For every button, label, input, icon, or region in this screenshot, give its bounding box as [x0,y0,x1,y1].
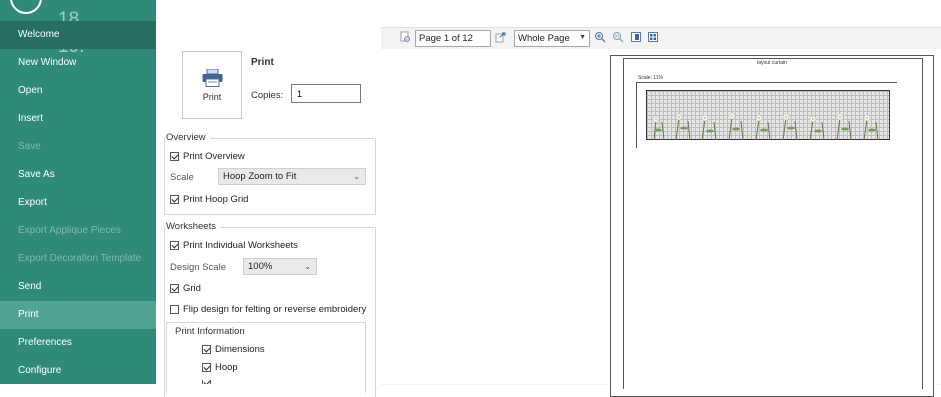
printer-icon [202,69,223,87]
print-overview-checkbox[interactable]: Print Overview [170,151,245,162]
print-hoop-grid-checkbox[interactable]: Print Hoop Grid [170,194,248,205]
flip-design-checkbox[interactable]: Flip design for felting or reverse embro… [170,304,366,315]
sidebar-item-print[interactable]: Print [0,301,156,329]
dimensions-label: Dimensions [215,344,265,355]
scale-select[interactable]: Hoop Zoom to Fit ⌄ [218,168,366,185]
hoop-checkbox[interactable]: Hoop [202,362,238,373]
print-button[interactable]: Print [182,51,242,119]
zoom-out-icon[interactable] [612,31,624,43]
sidebar-item-insert[interactable]: Insert [0,105,156,133]
print-button-label: Print [202,92,222,102]
sidebar-item-configure[interactable]: Configure [0,357,156,384]
scale-label: Scale [170,172,194,183]
checkmark-icon [202,363,211,372]
dimensions-checkbox[interactable]: Dimensions [202,344,265,355]
sidebar-item-export[interactable]: Export [0,189,156,217]
one-page-icon[interactable] [630,31,642,43]
multi-page-icon[interactable] [647,31,659,43]
sidebar-item-export-applique-pieces: Export Applique Pieces [18,225,121,236]
zoom-select-value: Whole Page [518,33,570,44]
page-scale-text: Scale: 11% [638,75,663,81]
checkmark-icon [170,152,179,161]
chevron-down-icon: ⌄ [304,262,311,271]
print-hoop-grid-label: Print Hoop Grid [183,194,249,205]
sidebar-item-save-as[interactable]: Save As [0,161,156,189]
worksheets-title: Worksheets [166,221,220,232]
print-overview-label: Print Overview [183,151,245,162]
export-icon[interactable] [495,31,507,43]
print-individual-worksheets-checkbox[interactable]: Print Individual Worksheets [170,240,298,251]
flip-design-label: Flip design for felting or reverse embro… [183,304,367,315]
chevron-down-icon: ⌄ [353,172,360,181]
scale-select-value: Hoop Zoom to Fit [223,171,297,182]
checkmark-icon [202,345,211,354]
print-individual-worksheets-label: Print Individual Worksheets [183,240,298,251]
design-scale-value: 100% [248,261,273,272]
sidebar-item-send[interactable]: Send [0,273,156,301]
hoop-label: Hoop [215,362,238,373]
sidebar-item-new-window[interactable]: New Window [0,49,156,77]
sidebar-item-preferences[interactable]: Preferences [0,329,156,357]
design-scale-label: Design Scale [170,262,226,273]
sidebar-item-open[interactable]: Open [0,77,156,105]
back-icon[interactable] [10,0,42,14]
sidebar-nav: Welcome New Window Open Insert Save Save… [0,21,156,384]
sidebar-item-save: Save [18,141,41,152]
grid-checkbox[interactable]: Grid [170,283,201,294]
print-heading: Print [251,57,274,68]
partial-checkbox[interactable] [202,380,215,384]
zoom-in-icon[interactable] [594,31,606,43]
checkmark-icon [170,241,179,250]
page-header-text: layout curtain [757,60,787,66]
print-information-title: Print Information [175,326,245,337]
sidebar-item-export-decoration-template: Export Decoration Template [18,253,142,264]
first-page-icon[interactable] [399,31,411,43]
dropdown-arrow-icon: ▼ [579,34,586,41]
design-scale-select[interactable]: 100% ⌄ [243,258,317,275]
copies-label: Copies: [251,90,284,101]
sidebar-item-welcome[interactable]: Welcome [0,21,156,49]
checkmark-icon [170,195,179,204]
copies-input[interactable] [291,84,361,103]
page-rule [636,82,897,83]
overview-title: Overview [166,132,210,143]
page-indicator[interactable]: Page 1 of 12 [415,30,491,47]
zoom-select[interactable]: Whole Page ▼ [514,30,590,47]
checkmark-icon [170,284,179,293]
backstage-sidebar: 18. 19. Welcome New Window Open Insert S… [0,0,156,384]
embroidery-design-preview [652,112,879,140]
grid-label: Grid [183,283,201,294]
page-rule-vertical [636,82,637,148]
